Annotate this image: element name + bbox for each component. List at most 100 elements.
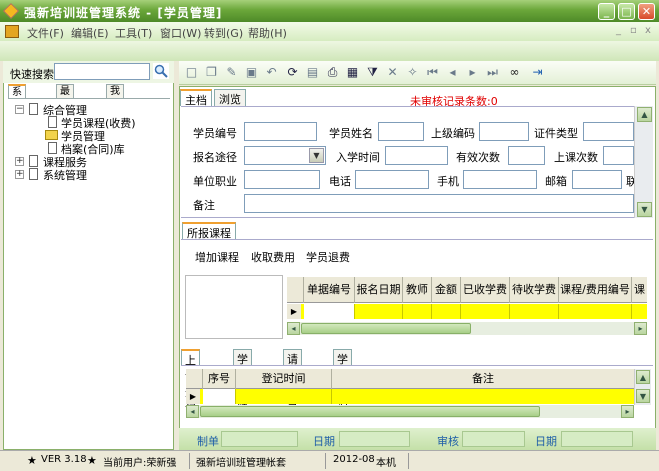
tab-attendance[interactable]: 上课登记	[181, 349, 200, 415]
mdi-restore-icon[interactable]: ▫	[630, 25, 637, 36]
tab-study-status[interactable]: 学习情况	[333, 349, 352, 414]
copy-icon[interactable]: ❐	[204, 65, 219, 80]
menu-help[interactable]: 帮助(H)	[248, 25, 287, 41]
form-vertical-scrollbar[interactable]: ▲ ▼	[634, 106, 653, 218]
maker-field	[221, 431, 298, 447]
filter-icon[interactable]: ⧩	[365, 65, 380, 80]
scroll-up-icon[interactable]: ▲	[636, 370, 650, 384]
scroll-left-icon[interactable]: ◂	[287, 322, 300, 335]
col-course-fee-no[interactable]: 课程/费用编号	[559, 277, 632, 303]
student-name-field[interactable]	[378, 122, 424, 141]
col-due[interactable]: 待收学费	[510, 277, 559, 303]
phone-field[interactable]	[355, 170, 429, 189]
col-teacher[interactable]: 教师	[403, 277, 432, 303]
first-record-icon[interactable]: ⏮	[425, 65, 440, 80]
remark-label: 备注	[193, 199, 215, 212]
app-menu-icon[interactable]	[5, 25, 19, 38]
tab-news[interactable]: 最新资讯	[56, 84, 74, 136]
refund-button[interactable]: 学员退费	[306, 249, 350, 265]
document-icon	[29, 103, 38, 115]
id-type-field[interactable]	[583, 122, 634, 141]
scroll-left-icon[interactable]: ◂	[186, 405, 199, 418]
edit-icon[interactable]: ✎	[224, 65, 239, 80]
dropdown-arrow-icon[interactable]: ▼	[309, 148, 324, 163]
menu-goto[interactable]: 转到(G)	[204, 25, 243, 41]
tab-favorites[interactable]: 我的喜好	[106, 84, 124, 136]
scroll-thumb[interactable]	[301, 323, 471, 334]
expand-icon[interactable]: +	[15, 170, 24, 179]
menu-tools[interactable]: 工具(T)	[115, 25, 152, 41]
student-no-field[interactable]	[244, 122, 317, 141]
email-field[interactable]	[572, 170, 622, 189]
maximize-button[interactable]: □	[618, 3, 635, 20]
attendance-grid-row[interactable]: ▶	[186, 389, 634, 404]
enroll-channel-select[interactable]: ▼	[244, 146, 326, 165]
exit-icon[interactable]: ⇥	[530, 65, 545, 80]
enroll-time-field[interactable]	[385, 146, 448, 165]
refresh-icon[interactable]: ⟳	[285, 65, 300, 80]
scroll-thumb[interactable]	[200, 406, 540, 417]
col-remark[interactable]: 备注	[332, 369, 634, 389]
col-seq[interactable]: 序号	[203, 369, 236, 389]
courses-grid-row[interactable]: ▶	[287, 304, 647, 319]
tab-enrolled-courses[interactable]: 所报课程	[182, 222, 236, 240]
audit-icon[interactable]: ✧	[405, 65, 420, 80]
period: 2012-08	[333, 454, 375, 465]
courses-horizontal-scrollbar[interactable]: ◂ ▸	[287, 322, 647, 335]
prev-record-icon[interactable]: ◂	[445, 65, 460, 80]
list-icon[interactable]: ▤	[305, 65, 320, 80]
collapse-icon[interactable]: −	[15, 105, 24, 114]
add-course-button[interactable]: 增加课程	[195, 249, 239, 265]
attendance-horizontal-scrollbar[interactable]: ◂ ▸	[186, 405, 634, 418]
tab-browse[interactable]: 浏览	[214, 89, 246, 106]
remark-field[interactable]	[244, 194, 634, 213]
upper-code-field[interactable]	[479, 122, 529, 141]
binoculars-icon[interactable]: ∞	[507, 65, 522, 80]
expand-icon[interactable]: +	[15, 157, 24, 166]
last-record-icon[interactable]: ⏭	[485, 65, 500, 80]
mdi-minimize-icon[interactable]: _	[616, 25, 621, 36]
next-record-icon[interactable]: ▸	[465, 65, 480, 80]
student-no-label: 学员编号	[193, 127, 237, 140]
scroll-right-icon[interactable]: ▸	[634, 322, 647, 335]
col-doc-no[interactable]: 单据编号	[304, 277, 355, 303]
menu-edit[interactable]: 编辑(E)	[71, 25, 109, 41]
tab-grades[interactable]: 学习成绩	[233, 349, 252, 414]
maker-label: 制单	[197, 435, 219, 448]
close-button[interactable]: ✕	[638, 3, 655, 20]
scroll-down-icon[interactable]: ▼	[637, 202, 652, 217]
tab-system-menu[interactable]: 系统菜单	[8, 84, 26, 137]
new-icon[interactable]: □	[184, 65, 199, 80]
save-icon[interactable]: ▣	[244, 65, 259, 80]
tree-item-system-management[interactable]: 系统管理	[43, 167, 87, 183]
mobile-field[interactable]	[463, 170, 537, 189]
employer-field[interactable]	[244, 170, 320, 189]
class-count-field[interactable]	[603, 146, 634, 165]
mdi-close-icon[interactable]: x	[645, 25, 651, 36]
scroll-up-icon[interactable]: ▲	[637, 107, 652, 122]
col-enroll-date[interactable]: 报名日期	[355, 277, 403, 303]
quick-search-button[interactable]	[153, 63, 169, 79]
scroll-down-icon[interactable]: ▼	[636, 389, 650, 403]
valid-count-field[interactable]	[508, 146, 545, 165]
collect-fee-button[interactable]: 收取费用	[251, 249, 295, 265]
menu-window[interactable]: 窗口(W)	[160, 25, 201, 41]
col-course-cut[interactable]: 课	[632, 277, 647, 303]
tab-master[interactable]: 主档	[180, 89, 212, 107]
class-count-label: 上课次数	[554, 151, 598, 164]
col-paid[interactable]: 已收学费	[461, 277, 510, 303]
scroll-right-icon[interactable]: ▸	[621, 405, 634, 418]
attendance-vertical-scrollbar[interactable]: ▲ ▼	[634, 369, 651, 405]
delete-icon[interactable]: ✕	[385, 65, 400, 80]
preview-icon[interactable]: ⎙	[325, 65, 340, 80]
menu-file[interactable]: 文件(F)	[27, 25, 64, 41]
quick-search-input[interactable]	[54, 63, 150, 80]
auditor-label: 审核	[437, 435, 459, 448]
minimize-button[interactable]: _	[598, 3, 615, 20]
audit-bar: 制单 日期 审核 日期	[179, 428, 656, 450]
tab-leave[interactable]: 请假记录	[283, 349, 302, 414]
undo-icon[interactable]: ↶	[264, 65, 279, 80]
print-icon[interactable]: ▦	[345, 65, 360, 80]
col-register-time[interactable]: 登记时间	[236, 369, 332, 389]
col-amount[interactable]: 金额	[432, 277, 461, 303]
